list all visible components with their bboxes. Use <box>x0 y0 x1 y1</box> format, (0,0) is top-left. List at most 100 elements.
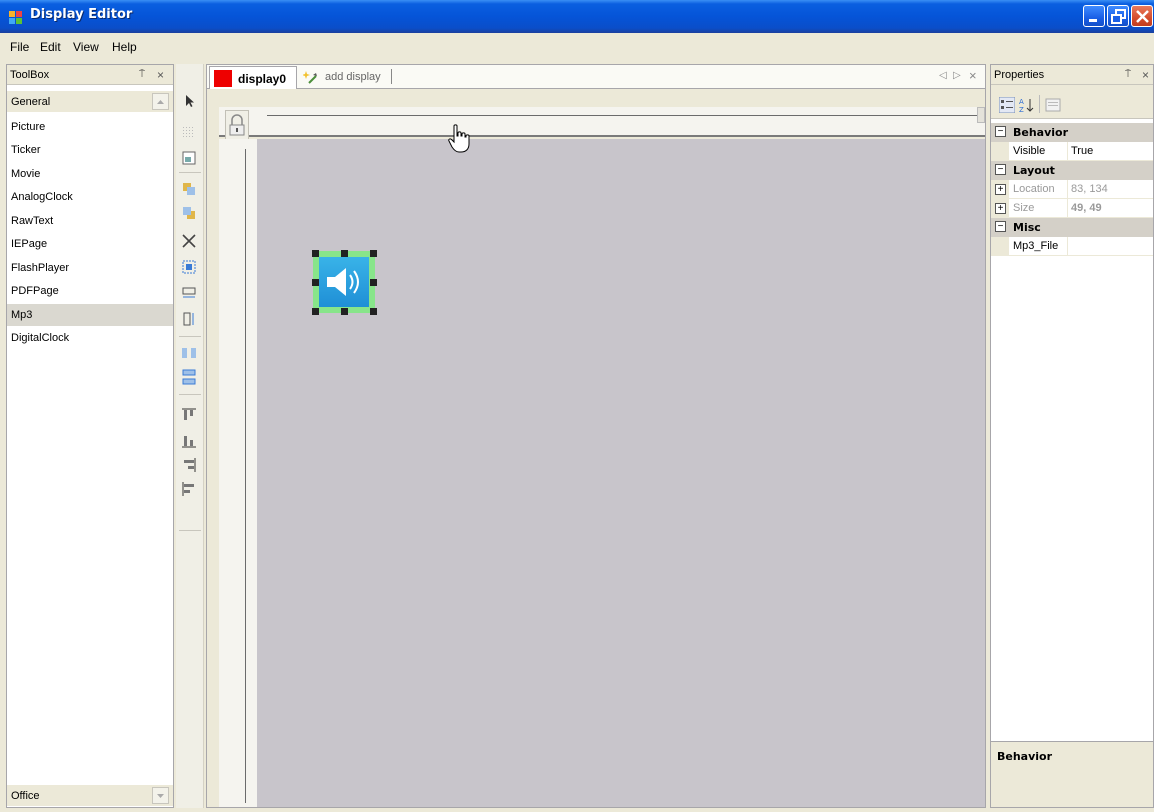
property-value[interactable]: True <box>1071 145 1093 157</box>
lock-icon <box>229 114 245 136</box>
categorized-icon[interactable] <box>999 97 1015 113</box>
toolbox-item-picture[interactable]: Picture <box>11 121 45 133</box>
category-label: Behavior <box>1013 126 1069 139</box>
picture-icon[interactable] <box>180 149 198 167</box>
menu-edit[interactable]: Edit <box>40 40 61 54</box>
align-left-icon[interactable] <box>180 480 198 498</box>
tab-add-display[interactable]: add display <box>325 71 381 83</box>
toolbox-close-icon[interactable]: × <box>157 68 164 82</box>
minimize-icon <box>1089 19 1097 22</box>
toolbox-item-flashplayer[interactable]: FlashPlayer <box>11 262 69 274</box>
toolbox-item-rawtext[interactable]: RawText <box>11 215 53 227</box>
align-top-icon[interactable] <box>180 406 198 424</box>
property-mp3-file[interactable]: Mp3_File <box>991 237 1153 256</box>
add-display-icon[interactable] <box>303 69 319 85</box>
resize-handle[interactable] <box>370 279 377 286</box>
same-width-icon[interactable] <box>180 284 198 302</box>
toolbox-title: ToolBox <box>10 69 50 81</box>
toolbox-item-ticker[interactable]: Ticker <box>11 144 41 156</box>
category-label: Layout <box>1013 164 1055 177</box>
vertical-spacing-icon[interactable] <box>180 368 198 386</box>
toolbar-separator <box>179 394 201 395</box>
menu-view[interactable]: View <box>73 40 99 54</box>
pin-icon[interactable]: ⍑ <box>1125 69 1131 80</box>
center-icon[interactable] <box>180 258 198 276</box>
property-location[interactable]: + Location 83, 134 <box>991 180 1153 199</box>
toolbox-item-movie[interactable]: Movie <box>11 168 40 180</box>
property-name: Mp3_File <box>1013 240 1059 252</box>
menu-bar: File Edit View Help <box>0 35 1154 59</box>
column-separator <box>1067 199 1068 218</box>
window-title: Display Editor <box>30 7 133 22</box>
speaker-icon <box>327 268 359 296</box>
resize-handle[interactable] <box>312 308 319 315</box>
property-pages-icon[interactable] <box>1045 97 1061 113</box>
mp3-widget[interactable] <box>312 250 377 315</box>
category-layout[interactable]: − Layout <box>991 161 1153 180</box>
bring-front-icon[interactable] <box>180 180 198 198</box>
collapse-icon[interactable]: − <box>995 164 1006 175</box>
property-visible[interactable]: Visible True <box>991 142 1153 161</box>
tab-divider <box>391 69 392 84</box>
scroll-up-button[interactable] <box>152 93 169 110</box>
horizontal-ruler[interactable] <box>219 107 985 137</box>
resize-handle[interactable] <box>370 308 377 315</box>
toolbox-group-office[interactable]: Office <box>7 785 173 807</box>
toolbar-separator <box>179 336 201 337</box>
resize-handle[interactable] <box>312 279 319 286</box>
collapse-icon[interactable]: − <box>995 221 1006 232</box>
tab-display0[interactable]: display0 <box>209 66 297 89</box>
grid-icon[interactable] <box>180 124 198 142</box>
align-right-icon[interactable] <box>180 456 198 474</box>
resize-handle[interactable] <box>312 250 319 257</box>
column-separator <box>1067 142 1068 161</box>
tab-scroll-left-icon[interactable]: ◁ <box>939 70 947 81</box>
properties-close-icon[interactable]: × <box>1142 68 1149 82</box>
category-misc[interactable]: − Misc <box>991 218 1153 237</box>
minimize-button[interactable] <box>1083 5 1105 27</box>
ruler-handle[interactable] <box>977 107 985 123</box>
properties-panel: Properties ⍑ × A Z − Behavior Visible Tr… <box>990 64 1154 808</box>
resize-handle[interactable] <box>341 308 348 315</box>
pointer-icon[interactable] <box>180 92 198 110</box>
property-value[interactable]: 83, 134 <box>1071 183 1108 195</box>
expand-icon[interactable]: + <box>995 184 1006 195</box>
scroll-down-button[interactable] <box>152 787 169 804</box>
vertical-ruler[interactable] <box>219 139 257 807</box>
toolbox-item-analogclock[interactable]: AnalogClock <box>11 191 73 203</box>
category-behavior[interactable]: − Behavior <box>991 123 1153 142</box>
property-size[interactable]: + Size 49, 49 <box>991 199 1153 218</box>
property-name: Visible <box>1013 145 1046 157</box>
description-pane: Behavior <box>991 741 1153 807</box>
restore-button[interactable] <box>1107 5 1129 27</box>
tab-scroll-right-icon[interactable]: ▷ <box>953 70 961 81</box>
toolbox-item-mp3[interactable]: Mp3 <box>11 309 32 321</box>
menu-file[interactable]: File <box>10 40 29 54</box>
lock-button[interactable] <box>225 110 249 140</box>
toolbox-group-general[interactable]: General <box>7 91 173 113</box>
menu-help[interactable]: Help <box>112 40 137 54</box>
toolbar-separator <box>179 530 201 531</box>
resize-handle[interactable] <box>341 250 348 257</box>
properties-title: Properties <box>994 69 1045 81</box>
row-gutter <box>991 237 1009 256</box>
arrow-down-icon <box>157 794 164 798</box>
align-bottom-icon[interactable] <box>180 432 198 450</box>
resize-handle[interactable] <box>370 250 377 257</box>
display-canvas[interactable] <box>257 139 985 807</box>
toolbox-item-pdfpage[interactable]: PDFPage <box>11 285 59 297</box>
send-back-icon[interactable] <box>180 204 198 222</box>
close-button[interactable] <box>1131 5 1153 27</box>
pin-icon[interactable]: ⍑ <box>139 69 145 80</box>
toolbox-item-iepage[interactable]: IEPage <box>11 238 47 250</box>
property-value[interactable]: 49, 49 <box>1071 202 1102 214</box>
collapse-icon[interactable]: − <box>995 126 1006 137</box>
ruler-line <box>245 149 246 803</box>
tab-close-icon[interactable]: × <box>969 68 977 83</box>
sort-alpha-icon[interactable]: A Z <box>1019 97 1035 113</box>
delete-icon[interactable] <box>180 232 198 250</box>
expand-icon[interactable]: + <box>995 203 1006 214</box>
horizontal-spacing-icon[interactable] <box>180 344 198 362</box>
same-height-icon[interactable] <box>180 310 198 328</box>
toolbox-item-digitalclock[interactable]: DigitalClock <box>11 332 69 344</box>
